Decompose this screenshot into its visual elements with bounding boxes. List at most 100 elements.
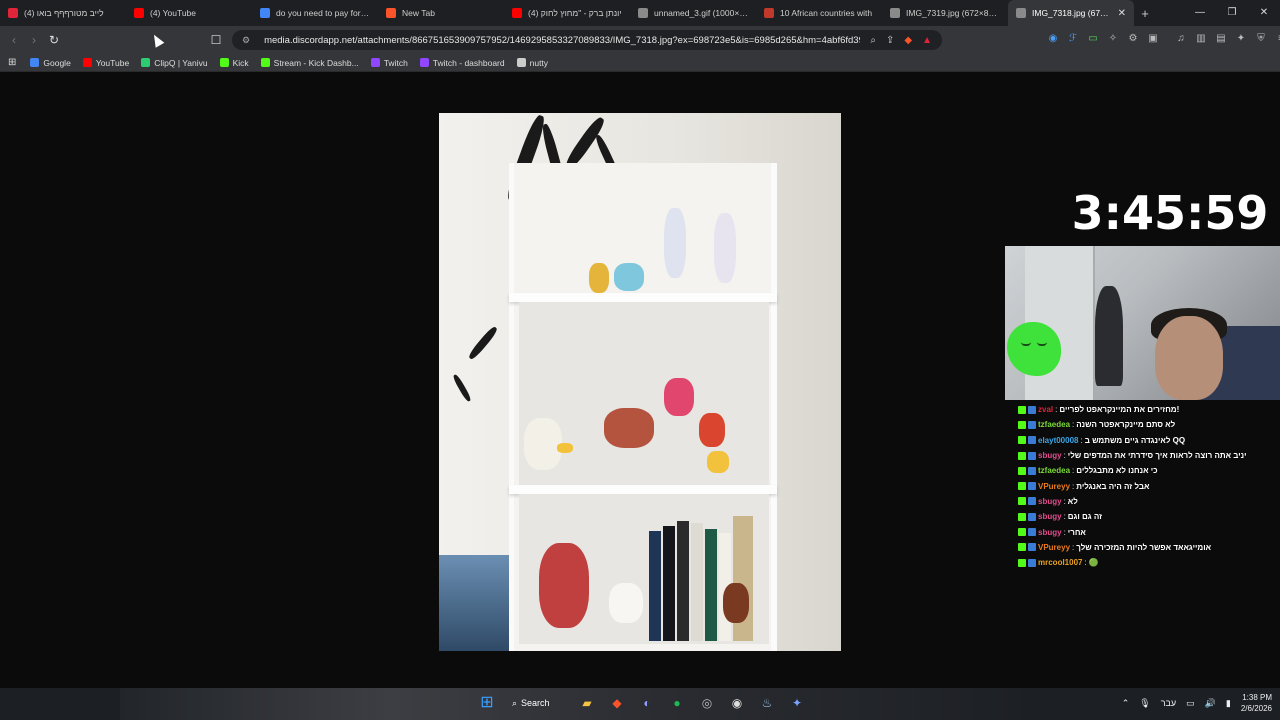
close-tab-icon[interactable]: ✕ xyxy=(1118,8,1126,19)
chat-username[interactable]: VPureyy xyxy=(1038,482,1070,491)
brave-browser-icon[interactable]: ◆ xyxy=(606,692,628,714)
search-label: Search xyxy=(521,698,550,708)
chat-username[interactable]: elayt00008 xyxy=(1038,436,1078,445)
url-text[interactable]: media.discordapp.net/attachments/8667516… xyxy=(264,35,860,46)
wallet-icon[interactable]: ▤ xyxy=(1214,32,1228,46)
chat-message: elayt00008 : לאינגדה גיים משתמש ב QQ xyxy=(1018,433,1280,448)
chat-username[interactable]: tzfaedea xyxy=(1038,466,1070,475)
tab-title: unnamed_3.gif (1000×100 xyxy=(654,8,748,18)
obs-icon[interactable]: ◉ xyxy=(726,692,748,714)
spotify-icon[interactable]: ● xyxy=(666,692,688,714)
bookmark-page-button[interactable]: ☐ xyxy=(206,33,226,47)
clock[interactable]: 1:38 PM 2/6/2026 xyxy=(1241,692,1272,714)
extensions-area: ◉ ℱ ▭ ✧ ⚙ ▣ ♫ ▥ ▤ ✦ ⛨ ≡ xyxy=(1046,32,1280,46)
chat-username[interactable]: sbugy xyxy=(1038,512,1062,521)
bookmark-favicon-icon xyxy=(141,58,151,67)
tab-4[interactable]: New Tab xyxy=(378,0,504,26)
language-indicator[interactable]: עבר xyxy=(1161,698,1176,708)
extensions-icon[interactable]: ✧ xyxy=(1106,32,1120,46)
webcam-feed xyxy=(1005,246,1280,400)
reload-button[interactable]: ↻ xyxy=(44,33,64,47)
system-tray: ⌃ 🎙 עבר ▭ 🔊 ▮ 1:38 PM 2/6/2026 xyxy=(1122,692,1272,714)
chat-text: לאינגדה גיים משתמש ב QQ xyxy=(1084,435,1186,445)
kick-badge-icon xyxy=(1018,482,1026,491)
chat-username[interactable]: mrcool1007 xyxy=(1038,558,1082,567)
close-window-button[interactable]: ✕ xyxy=(1248,0,1280,26)
extension-translate-icon[interactable]: ℱ xyxy=(1066,32,1080,46)
extension-box-icon[interactable]: ▣ xyxy=(1146,32,1160,46)
subscriber-badge-icon xyxy=(1028,420,1036,429)
network-icon[interactable]: ▭ xyxy=(1186,698,1195,709)
tab-2[interactable]: (4) YouTube xyxy=(126,0,252,26)
maximize-button[interactable]: ❐ xyxy=(1216,0,1248,26)
forward-button[interactable]: › xyxy=(24,33,44,47)
chat-username[interactable]: tzfaedea xyxy=(1038,420,1070,429)
tab-8[interactable]: IMG_7319.jpg (672×896) xyxy=(882,0,1008,26)
tab-1[interactable]: לייב מטורףףף בואו (4) xyxy=(0,0,126,26)
bookmark-favicon-icon xyxy=(516,58,526,67)
tab-strip: לייב מטורףףף בואו (4) (4) YouTube do you n… xyxy=(0,0,1280,26)
file-explorer-icon[interactable]: ▰ xyxy=(576,692,598,714)
tab-title: New Tab xyxy=(402,8,435,18)
chat-separator: : xyxy=(1080,435,1083,445)
apps-grid-icon[interactable]: ⊞ xyxy=(8,57,16,68)
extension-app-icon[interactable]: ✦ xyxy=(786,692,808,714)
tab-5[interactable]: יונתן ברק - "מחוץ לחוק (4) xyxy=(504,0,630,26)
bookmark-item[interactable]: Kick xyxy=(219,58,249,68)
windows-taskbar: ⊞ ⌕ Search ▰ ◆ ◐ ● ◎ ◉ ♨ ✦ ⌃ 🎙 עבר ▭ 🔊 ▮… xyxy=(0,688,1280,720)
extension-audio-icon[interactable]: ◉ xyxy=(1046,32,1060,46)
tab-9[interactable]: IMG_7318.jpg (672×8 ✕ xyxy=(1008,0,1134,26)
back-button[interactable]: ‹ xyxy=(4,33,24,47)
bookmark-label: Stream - Kick Dashb... xyxy=(273,57,359,68)
bookmark-label: nutty xyxy=(529,57,549,68)
windows-start-icon[interactable]: ⊞ xyxy=(476,692,498,714)
zoom-icon[interactable]: ⌕ xyxy=(870,35,876,46)
brave-rewards-icon[interactable]: ▲ xyxy=(922,35,932,46)
minimize-button[interactable]: — xyxy=(1184,0,1216,26)
tab-6[interactable]: unnamed_3.gif (1000×100 xyxy=(630,0,756,26)
taskbar-search-button[interactable]: ⌕ Search xyxy=(506,692,568,714)
globe-icon xyxy=(638,8,648,18)
menu-icon[interactable]: ≡ xyxy=(1274,32,1280,46)
chat-username[interactable]: sbugy xyxy=(1038,497,1062,506)
discord-icon[interactable]: ◐ xyxy=(636,692,658,714)
bookmark-item[interactable]: YouTube xyxy=(82,58,129,68)
battery-icon[interactable]: ▮ xyxy=(1226,698,1231,709)
bookmark-item[interactable]: nutty xyxy=(516,57,549,68)
chat-message: VPureyy : אומייגאאד אפשר להיות המזכירה ש… xyxy=(1018,540,1280,555)
tab-title: יונתן ברק - "מחוץ לחוק (4) xyxy=(528,8,622,18)
tray-chevron-icon[interactable]: ⌃ xyxy=(1122,698,1130,709)
sidebar-icon[interactable]: ▥ xyxy=(1194,32,1208,46)
chat-text: כי אנחנו לא מתבגללים xyxy=(1076,466,1158,476)
chat-username[interactable]: sbugy xyxy=(1038,528,1062,537)
volume-icon[interactable]: 🔊 xyxy=(1205,698,1216,709)
chat-separator: : xyxy=(1063,451,1066,461)
bookmark-item[interactable]: Google xyxy=(30,58,71,68)
bookmark-item[interactable]: ClipQ | Yanivu xyxy=(141,58,208,68)
chat-username[interactable]: VPureyy xyxy=(1038,543,1070,552)
site-info-icon[interactable]: ⚙ xyxy=(242,35,250,46)
tab-7[interactable]: 10 African countries with xyxy=(756,0,882,26)
globe-icon xyxy=(1016,8,1026,18)
chat-username[interactable]: zval xyxy=(1038,405,1053,414)
bookmark-item[interactable]: Twitch - dashboard xyxy=(419,58,505,68)
bookmark-item[interactable]: Twitch xyxy=(370,58,408,68)
microphone-icon[interactable]: 🎙 xyxy=(1139,698,1150,709)
media-icon[interactable]: ♫ xyxy=(1174,32,1188,46)
leo-ai-icon[interactable]: ✦ xyxy=(1234,32,1248,46)
extension-battery-icon[interactable]: ▭ xyxy=(1086,32,1100,46)
extension-gear-icon[interactable]: ⚙ xyxy=(1126,32,1140,46)
bookmark-item[interactable]: Stream - Kick Dashb... xyxy=(260,57,359,68)
chat-username[interactable]: sbugy xyxy=(1038,451,1062,460)
tab-3[interactable]: do you need to pay for live xyxy=(252,0,378,26)
window-controls: — ❐ ✕ xyxy=(1184,0,1280,26)
steam-icon[interactable]: ♨ xyxy=(756,692,778,714)
share-icon[interactable]: ⇪ xyxy=(886,35,894,46)
app-icon[interactable]: ◎ xyxy=(696,692,718,714)
subscriber-badge-icon xyxy=(1028,528,1036,537)
subscriber-badge-icon xyxy=(1028,466,1036,475)
address-bar[interactable]: ⚙ media.discordapp.net/attachments/86675… xyxy=(232,30,942,50)
brave-shields-icon[interactable]: ◆ xyxy=(904,35,912,46)
new-tab-button[interactable]: + xyxy=(1134,6,1156,21)
vpn-icon[interactable]: ⛨ xyxy=(1254,32,1268,46)
